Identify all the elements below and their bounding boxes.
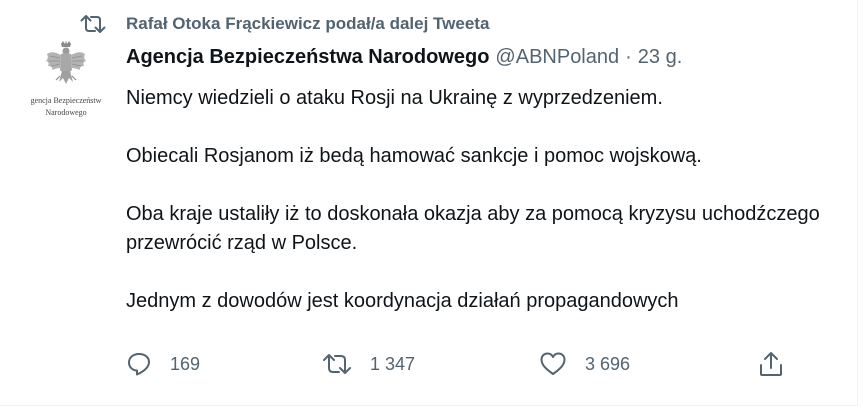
avatar-caption-line1: gencja Bezpieczeństw — [30, 96, 102, 105]
retweet-icon — [322, 351, 352, 377]
tweet-actions: 169 1 347 3 696 — [126, 344, 796, 384]
heart-icon — [539, 351, 567, 377]
avatar[interactable]: gencja Bezpieczeństw Narodowego — [18, 40, 114, 120]
reply-button[interactable]: 169 — [126, 344, 200, 384]
tweet-paragraph-2: Obiecali Rosjanom iż bedą hamować sankcj… — [126, 145, 702, 167]
tweet-card[interactable]: Rafał Otoka Frąckiewicz podał/a dalej Tw… — [0, 0, 858, 406]
header-separator: · — [625, 46, 632, 68]
retweet-context-text[interactable]: Rafał Otoka Frąckiewicz podał/a dalej Tw… — [126, 14, 489, 34]
tweet-paragraph-3: Oba kraje ustaliły iż to doskonała okazj… — [126, 203, 820, 254]
retweet-icon — [80, 13, 106, 35]
like-count: 3 696 — [585, 353, 631, 374]
share-icon — [758, 350, 784, 378]
like-button[interactable]: 3 696 — [539, 344, 630, 384]
author-handle[interactable]: @ABNPoland — [495, 46, 619, 69]
author-name[interactable]: Agencja Bezpieczeństwa Narodowego — [126, 46, 489, 69]
tweet-timestamp[interactable]: 23 g. — [638, 46, 682, 69]
tweet-paragraph-4: Jednym z dowodów jest koordynacja działa… — [126, 290, 679, 312]
avatar-caption-line2: Narodowego — [45, 108, 87, 117]
tweet-paragraph-1: Niemcy wiedzieli o ataku Rosji na Ukrain… — [126, 87, 663, 109]
retweet-count: 1 347 — [370, 353, 416, 374]
share-button[interactable] — [758, 344, 784, 384]
retweet-context[interactable]: Rafał Otoka Frąckiewicz podał/a dalej Tw… — [80, 12, 489, 36]
retweet-button[interactable]: 1 347 — [322, 344, 415, 384]
reply-count: 169 — [170, 353, 201, 374]
tweet-text: Niemcy wiedzieli o ataku Rosji na Ukrain… — [126, 84, 826, 316]
tweet-header: Agencja Bezpieczeństwa Narodowego @ABNPo… — [126, 46, 682, 69]
eagle-emblem-icon — [46, 40, 86, 84]
reply-icon — [126, 351, 152, 377]
